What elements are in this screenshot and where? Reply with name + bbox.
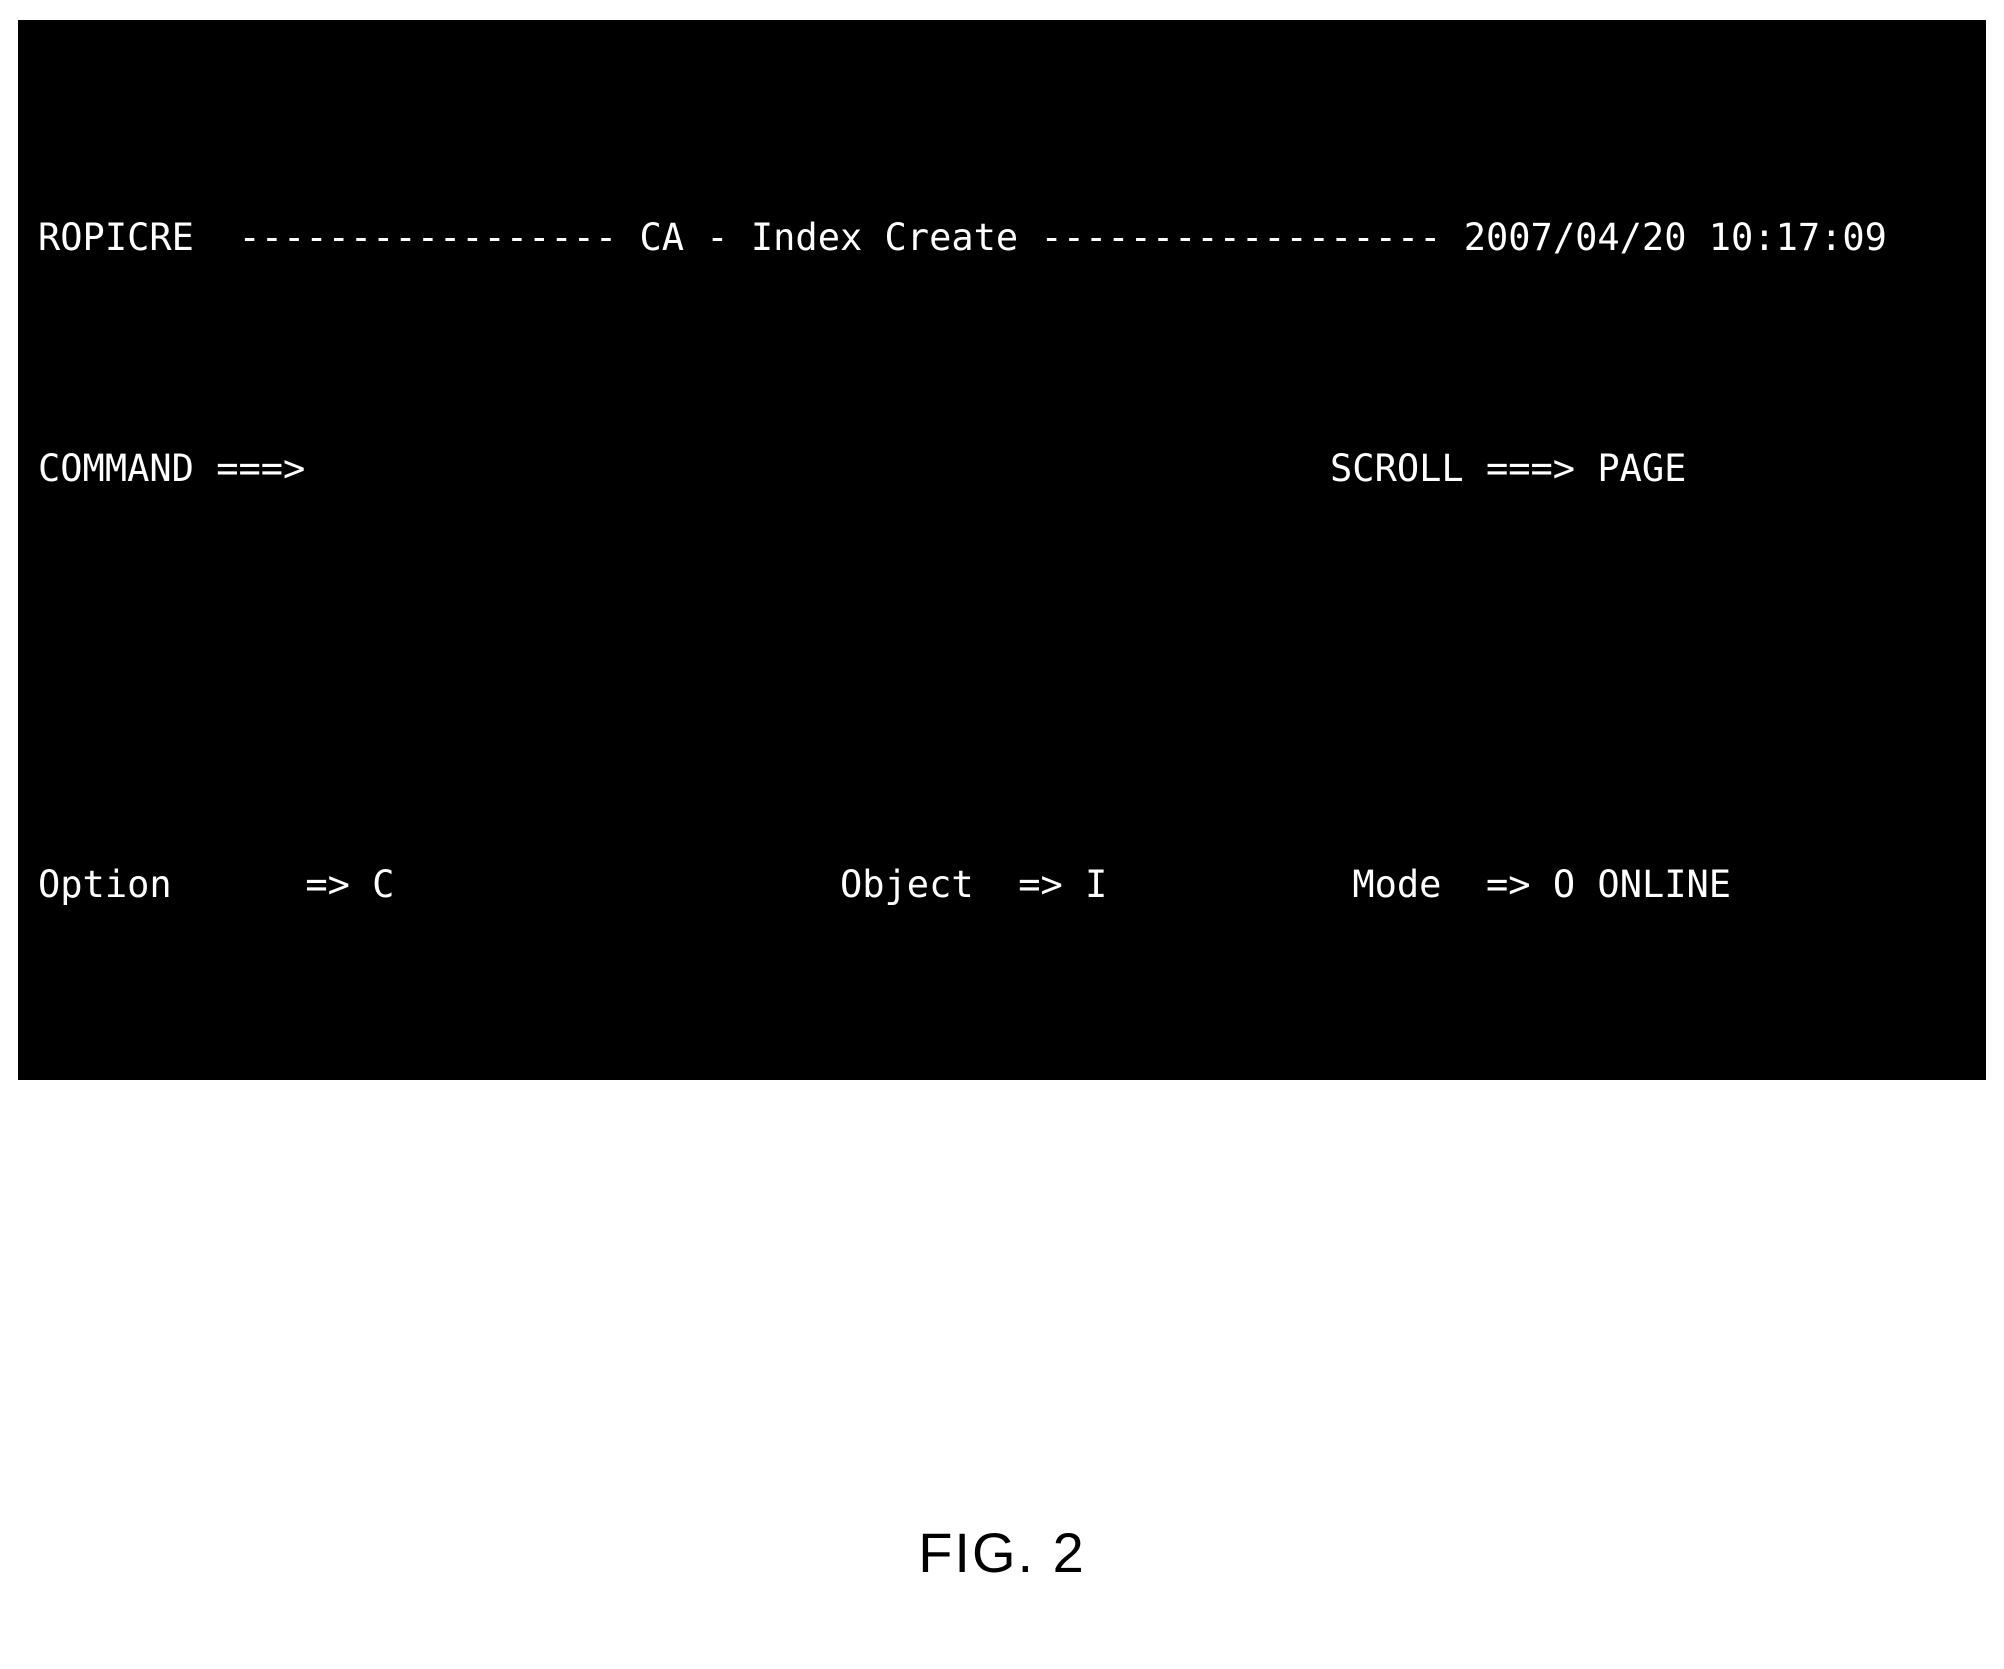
terminal-header-line: ROPICRE ----------------- CA - Index Cre… [38,215,1968,261]
terminal-screen[interactable]: ROPICRE ----------------- CA - Index Cre… [18,20,1986,1080]
option-row: Option => C Object => I Mode => O ONLINE [38,862,1968,908]
terminal-text-grid: ROPICRE ----------------- CA - Index Cre… [38,30,1968,1080]
header-dashes-left: ----------------- [238,215,618,259]
object-label: Object [839,862,974,906]
header-datetime: 2007/04/20 10:17:09 [1463,215,1887,259]
spacer-line-1 [38,631,1968,677]
scroll-field[interactable]: SCROLL ===> PAGE [1330,447,1686,490]
panel-id: ROPICRE [38,215,194,259]
mode-label: Mode [1352,862,1442,906]
panel-title: CA - Index Create [639,215,1019,259]
header-dashes-right: ------------------ [1040,215,1442,259]
object-input[interactable]: I [1085,863,1107,906]
option-label: Option [38,862,172,906]
command-label: COMMAND ===> [38,446,306,490]
command-line[interactable]: COMMAND ===> SCROLL ===> PAGE [38,446,1968,492]
object-arrow: => [1018,862,1063,906]
figure-page: ROPICRE ----------------- CA - Index Cre… [0,0,2004,1669]
mode-input[interactable]: O ONLINE [1553,863,1731,906]
figure-caption: FIG. 2 [918,1521,1086,1584]
option-input[interactable]: C [372,863,394,906]
option-arrow: => [305,862,350,906]
mode-arrow: => [1486,862,1531,906]
